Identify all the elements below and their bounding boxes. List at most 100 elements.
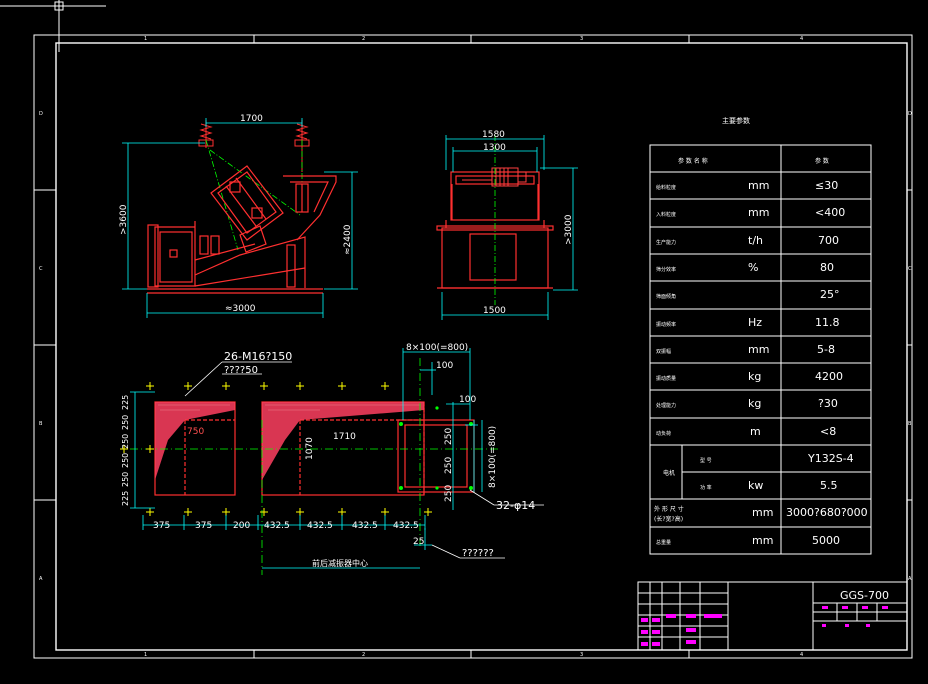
dim-8x100-right: 8×100(=800) xyxy=(488,426,498,488)
callout-right: ?????? xyxy=(462,548,494,559)
spec-row-3-name: 筛分效率 xyxy=(656,266,676,273)
zone-mark-bottom-4: 4 xyxy=(800,652,803,658)
drawing-number: GGS-700 xyxy=(840,589,889,602)
spec-row-6-value: 5-8 xyxy=(817,343,835,356)
zone-mark-right-c: C xyxy=(908,266,912,272)
spec-motor-1-value: 5.5 xyxy=(820,479,838,492)
left-stack-0: 225 xyxy=(121,491,130,506)
bottom-dim-3: 432.5 xyxy=(264,521,290,531)
spec-size-name: 外 形 尺 寸 xyxy=(654,505,684,513)
hole-dots xyxy=(399,406,473,490)
outer-frame xyxy=(33,34,913,659)
left-stack-4: 250 xyxy=(121,415,130,430)
bottom-dim-4: 432.5 xyxy=(307,521,333,531)
dim-8x100-top: 8×100(=800) xyxy=(406,343,468,353)
bottom-dim-0: 375 xyxy=(153,521,170,531)
spec-row-0-value: ≤30 xyxy=(815,179,838,192)
left-stack-5: 225 xyxy=(121,395,130,410)
zone-mark-bottom-2: 2 xyxy=(362,652,365,658)
spec-row-7-value: 4200 xyxy=(815,370,843,383)
spec-row-8-value: ?30 xyxy=(818,397,838,410)
spec-row-1-name: 入料粒度 xyxy=(656,211,676,218)
zone-mark-left-c: C xyxy=(39,266,43,272)
zone-mark-top-4: 4 xyxy=(800,36,803,42)
zone-mark-left-d: D xyxy=(39,111,43,117)
spec-motor-label: 电机 xyxy=(663,469,675,477)
zone-mark-right-b: B xyxy=(908,421,912,427)
spec-row-5-unit: Hz xyxy=(748,316,762,329)
zone-mark-top-1: 1 xyxy=(144,36,147,42)
side-dim-2400: ≈2400 xyxy=(343,224,353,255)
side-dim-3600: >3600 xyxy=(119,204,129,235)
spec-row-1-unit: mm xyxy=(748,206,769,219)
spec-row-5-name: 振动频率 xyxy=(656,321,676,328)
screen-body xyxy=(147,221,323,294)
spec-row-8-unit: kg xyxy=(748,397,761,410)
left-stack-3: 250 xyxy=(121,434,130,449)
left-stack-2: 250 xyxy=(121,453,130,468)
spec-size-name2: (长?宽?高) xyxy=(654,515,683,523)
end-dim-1300: 1300 xyxy=(483,143,506,153)
end-dim-1580: 1580 xyxy=(482,130,505,140)
foundation-plan: 26-M16?150 ????50 8×100(=800) 100 100 75… xyxy=(120,343,544,575)
motor-icon xyxy=(462,167,527,187)
cad-drawing: 1 2 3 4 1 2 3 4 D C B A D C B A 1700 ≈30… xyxy=(0,0,913,659)
bottom-dim-6: 432.5 xyxy=(393,521,419,531)
spec-row-6-name: 双振幅 xyxy=(656,348,671,355)
spec-row-2-name: 生产能力 xyxy=(656,239,676,246)
bottom-dim-2: 200 xyxy=(233,521,250,531)
spec-weight-name: 总重量 xyxy=(656,539,671,546)
spec-row-1-value: <400 xyxy=(815,206,845,219)
spec-row-4-name: 筛面倾角 xyxy=(656,293,676,300)
spec-row-9-name: 动负荷 xyxy=(656,430,671,437)
right-stack-0: 250 xyxy=(444,428,454,445)
spec-row-8-name: 处理能力 xyxy=(656,402,676,409)
spec-row-0-name: 给料粒度 xyxy=(656,184,676,191)
spec-header-name: 参 数 名 称 xyxy=(678,157,708,165)
center-note: 前后减振器中心 xyxy=(312,558,368,568)
spec-row-9-value: <8 xyxy=(820,425,836,438)
spec-row-7-name: 振动质量 xyxy=(656,375,676,382)
spec-motor-1-name: 功 率 xyxy=(700,484,712,491)
spec-weight-unit: mm xyxy=(752,534,773,547)
exciter-box xyxy=(210,165,284,253)
zone-mark-right-a: A xyxy=(908,576,912,582)
dim-100-b: 100 xyxy=(459,395,476,405)
spec-table-title: 主要参数 xyxy=(722,116,750,125)
zone-mark-left-b: B xyxy=(39,421,43,427)
spec-row-6-unit: mm xyxy=(748,343,769,356)
dim-1070: 1070 xyxy=(305,437,315,460)
spec-header-value: 参 数 xyxy=(815,157,829,165)
left-stack-1: 250 xyxy=(121,472,130,487)
callout-holes: 32-φ14 xyxy=(496,499,535,512)
dim-100-a: 100 xyxy=(436,361,453,371)
callout-bolts: 26-M16?150 xyxy=(224,350,292,363)
spec-row-9-unit: m xyxy=(750,425,761,438)
zone-mark-bottom-1: 1 xyxy=(144,652,147,658)
title-block: GGS-700 xyxy=(637,581,908,651)
spring-hangers xyxy=(198,120,310,172)
spec-row-7-unit: kg xyxy=(748,370,761,383)
callout-bolts-sub: ????50 xyxy=(224,365,258,376)
spec-weight-value: 5000 xyxy=(812,534,840,547)
right-stack-2: 250 xyxy=(444,485,454,502)
dim-1710: 1710 xyxy=(333,432,356,442)
dim-750: 750 xyxy=(187,427,204,437)
spec-row-0-unit: mm xyxy=(748,179,769,192)
spec-motor-1-unit: kw xyxy=(748,479,763,492)
spec-row-2-value: 700 xyxy=(818,234,839,247)
end-dim-3000: >3000 xyxy=(564,214,574,245)
side-dim-3000: ≈3000 xyxy=(225,304,256,314)
spec-row-2-unit: t/h xyxy=(748,234,763,247)
spec-row-4-value: 25° xyxy=(820,288,840,301)
spec-motor-0-name: 型 号 xyxy=(700,457,712,464)
zone-ticks xyxy=(34,35,912,658)
zone-mark-bottom-3: 3 xyxy=(580,652,583,658)
end-dim-1500: 1500 xyxy=(483,306,506,316)
dim-25: 25 xyxy=(413,537,424,547)
right-stack-1: 250 xyxy=(444,457,454,474)
spec-size-value: 3000?680?000 xyxy=(786,506,868,519)
spec-motor-0-value: Y132S-4 xyxy=(807,452,854,465)
bottom-dim-1: 375 xyxy=(195,521,212,531)
bottom-dim-5: 432.5 xyxy=(352,521,378,531)
